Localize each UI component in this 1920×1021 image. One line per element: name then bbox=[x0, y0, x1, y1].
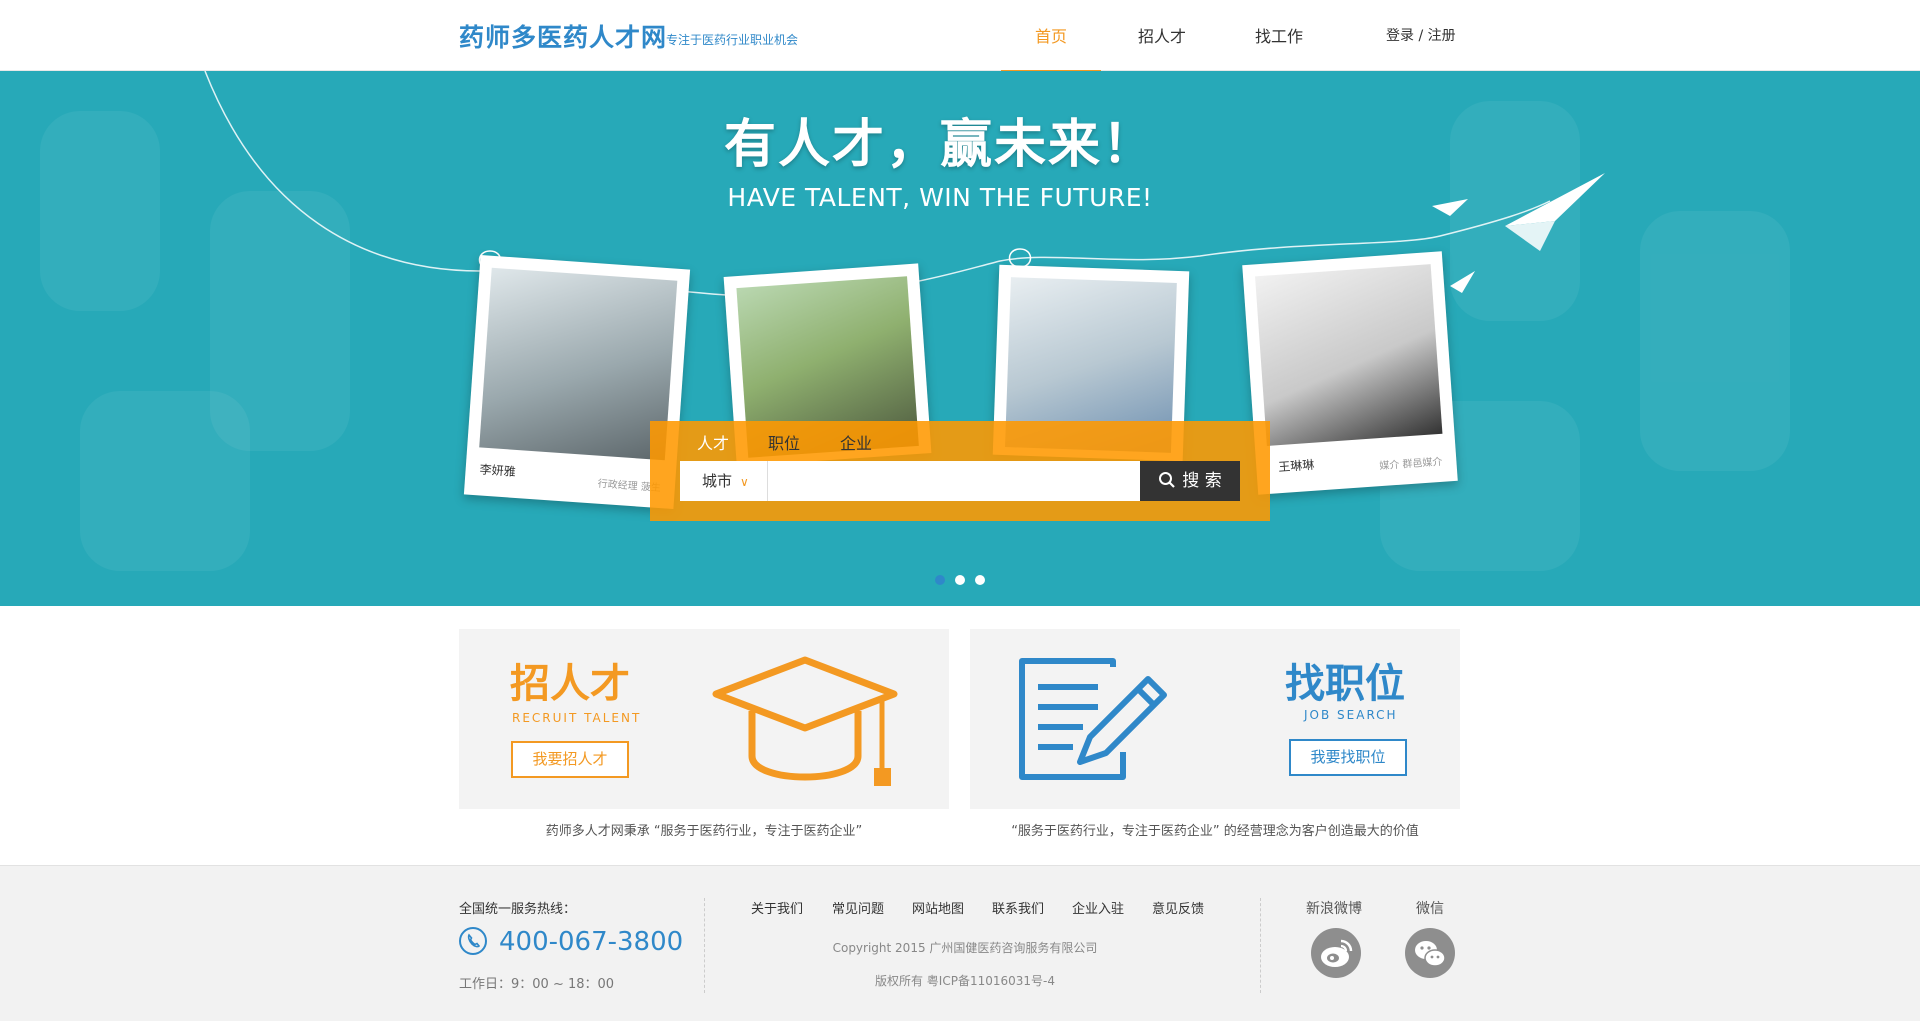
nav-recruit[interactable]: 招人才 bbox=[1138, 23, 1186, 47]
search-tab-position[interactable]: 职位 bbox=[768, 430, 800, 454]
hero-subtitle: HAVE TALENT, WIN THE FUTURE! bbox=[727, 183, 1153, 212]
hotline-number: 400-067-3800 bbox=[499, 927, 684, 957]
search-button-label: 搜 索 bbox=[1182, 471, 1222, 491]
site-header bbox=[0, 0, 1920, 71]
recruit-card-subtitle: RECRUIT TALENT bbox=[512, 711, 642, 725]
search-input[interactable] bbox=[770, 461, 1140, 501]
city-select[interactable]: 城市 ∨ bbox=[680, 461, 768, 501]
footer-link-faq[interactable]: 常见问题 bbox=[832, 898, 884, 917]
carousel-dot-1[interactable] bbox=[935, 575, 945, 585]
footer-link-about[interactable]: 关于我们 bbox=[751, 898, 803, 917]
wechat-icon[interactable] bbox=[1405, 928, 1455, 978]
chevron-down-icon: ∨ bbox=[740, 475, 749, 489]
search-tab-company[interactable]: 企业 bbox=[840, 430, 872, 454]
working-hours: 工作日：9：00 ~ 18：00 bbox=[459, 977, 615, 992]
photo-card: 王琳琳 媒介 群邑媒介 bbox=[1242, 251, 1458, 495]
recruit-talent-button[interactable]: 我要招人才 bbox=[511, 741, 629, 778]
carousel-dot-3[interactable] bbox=[975, 575, 985, 585]
weibo-icon[interactable] bbox=[1311, 928, 1361, 978]
icp-license: 版权所有 粤ICP备11016031号-4 bbox=[874, 974, 1055, 988]
city-select-label: 城市 bbox=[702, 472, 733, 490]
person-photo bbox=[479, 267, 678, 461]
job-card-title: 找职位 bbox=[1285, 661, 1405, 707]
social-label-wechat: 微信 bbox=[1416, 901, 1444, 917]
find-job-button[interactable]: 我要找职位 bbox=[1289, 739, 1407, 776]
recruit-card-description: 药师多人才网秉承 “服务于医药行业，专注于医药企业” bbox=[545, 824, 863, 839]
search-tab-talent[interactable]: 人才 bbox=[697, 430, 729, 454]
hotline-label: 全国统一服务热线： bbox=[459, 902, 577, 917]
job-card-description: “服务于医药行业，专注于医药企业” 的经营理念为客户创造最大的价值 bbox=[1011, 824, 1419, 839]
nav-find-job[interactable]: 找工作 bbox=[1255, 23, 1303, 47]
document-edit-icon bbox=[1019, 658, 1167, 780]
search-icon bbox=[1159, 471, 1176, 488]
phone-icon bbox=[459, 927, 487, 955]
photo-caption-name: 李妍雅 bbox=[479, 462, 517, 479]
nav-home[interactable]: 首页 bbox=[1001, 23, 1101, 73]
photo-caption-name: 王琳琳 bbox=[1277, 457, 1315, 475]
photo-caption-role: 媒介 群邑媒介 bbox=[1379, 456, 1443, 473]
graduation-cap-icon bbox=[712, 656, 898, 786]
footer-link-contact[interactable]: 联系我们 bbox=[992, 898, 1044, 917]
site-slogan: 专注于医药行业职业机会 bbox=[666, 33, 799, 47]
site-logo[interactable]: 药师多医药人才网 bbox=[459, 18, 667, 54]
person-photo bbox=[1255, 264, 1443, 446]
footer-link-feedback[interactable]: 意见反馈 bbox=[1152, 898, 1204, 917]
footer-link-sitemap[interactable]: 网站地图 bbox=[912, 898, 964, 917]
hero-title: 有人才，赢未来！ bbox=[723, 115, 1156, 175]
recruit-card-title: 招人才 bbox=[510, 661, 630, 707]
copyright-text: Copyright 2015 广州国健医药咨询服务有限公司 bbox=[832, 941, 1098, 955]
job-card-subtitle: JOB SEARCH bbox=[1304, 708, 1398, 722]
footer-divider bbox=[1260, 898, 1262, 993]
footer-link-enterprise-join[interactable]: 企业入驻 bbox=[1072, 898, 1124, 917]
search-button[interactable]: 搜 索 bbox=[1140, 461, 1240, 501]
login-register-link[interactable]: 登录 / 注册 bbox=[1386, 25, 1456, 45]
social-label-weibo: 新浪微博 bbox=[1306, 901, 1362, 917]
carousel-dot-2[interactable] bbox=[955, 575, 965, 585]
